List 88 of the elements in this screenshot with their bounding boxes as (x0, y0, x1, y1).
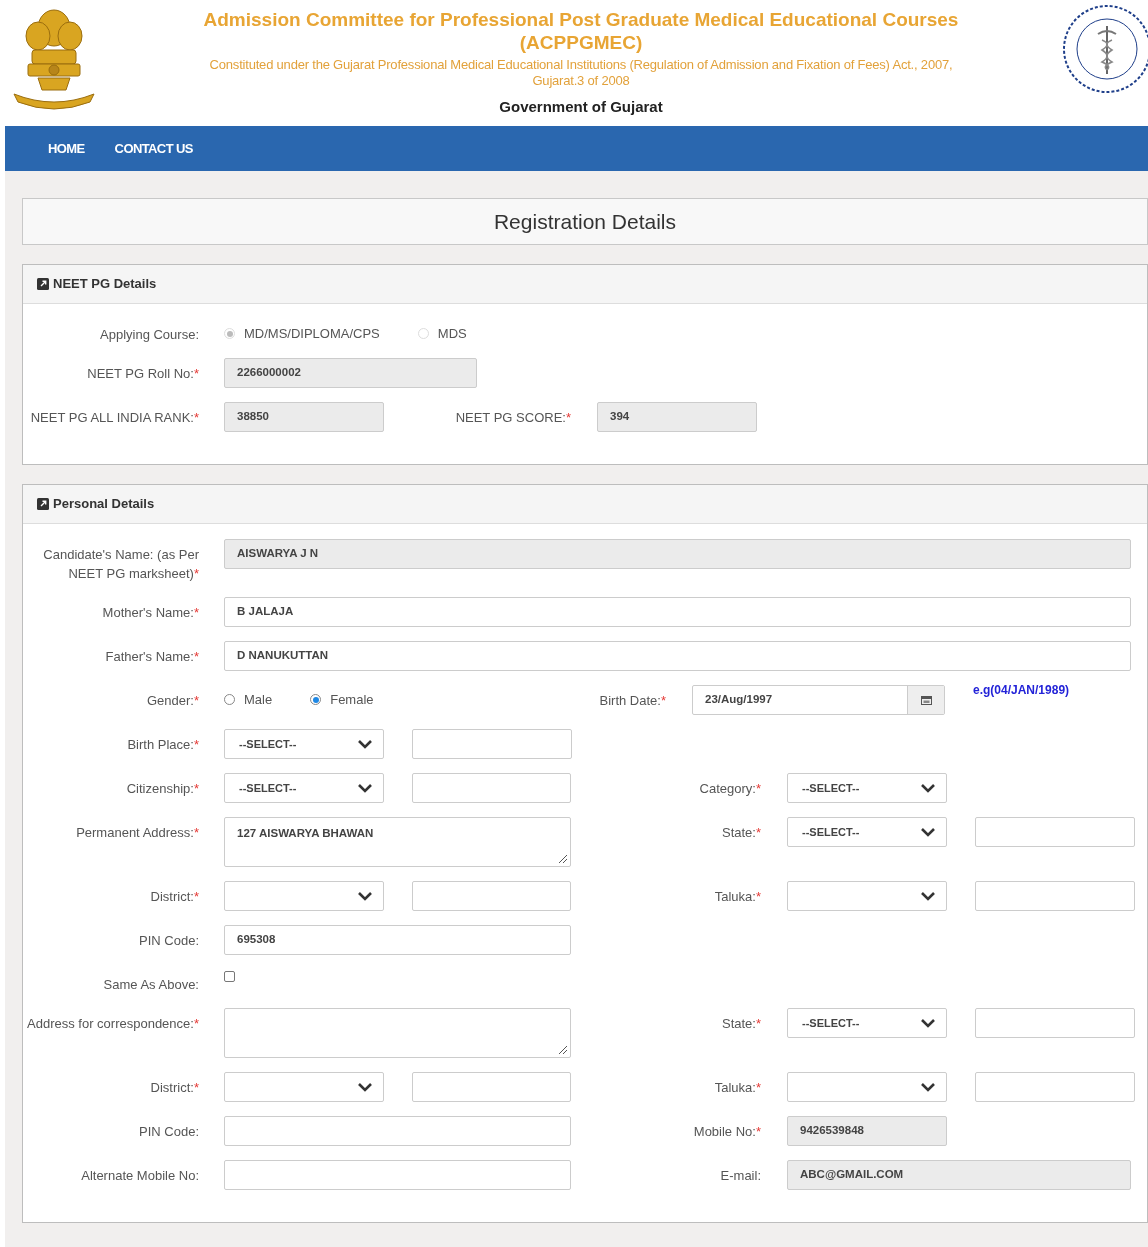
site-title: Admission Committee for Professional Post Graduate Medical Educational Courses (203, 8, 959, 31)
resize-handle-icon[interactable] (558, 1045, 568, 1055)
field-label: Candidate's Name: (as Per NEET PG marksheet)* (42, 546, 199, 583)
field-label: Birth Place:* (126, 736, 199, 754)
radio-option[interactable]: Female (310, 690, 374, 710)
select-dropdown[interactable]: --SELECT-- (224, 773, 384, 803)
field-label: NEET PG SCORE:* (454, 409, 571, 427)
select-dropdown[interactable] (224, 881, 384, 911)
field-label: Gender:* (145, 692, 199, 710)
field-label: NEET PG Roll No:* (86, 365, 199, 383)
textarea-field[interactable] (224, 1008, 571, 1058)
checkbox[interactable] (224, 971, 235, 982)
select-dropdown[interactable] (224, 1072, 384, 1102)
calendar-button[interactable] (907, 686, 944, 714)
chevron-down-icon (356, 891, 373, 901)
text-field[interactable]: D NANUKUTTAN (224, 641, 1131, 671)
field-label: Permanent Address:* (75, 824, 199, 842)
field-label: State:* (720, 1015, 761, 1033)
text-field[interactable] (224, 1116, 571, 1146)
date-field[interactable]: 23/Aug/1997 (692, 685, 945, 715)
chevron-down-icon (920, 783, 936, 793)
radio-button[interactable] (310, 694, 322, 706)
textarea-field[interactable]: 127 AISWARYA BHAWAN (224, 817, 571, 867)
select-dropdown[interactable]: --SELECT-- (787, 817, 947, 847)
text-field[interactable]: 9426539848 (787, 1116, 947, 1146)
text-field[interactable]: ABC@GMAIL.COM (787, 1160, 1131, 1190)
text-field[interactable]: 2266000002 (224, 358, 477, 388)
site-title: (ACPPGMEC) (519, 31, 643, 54)
text-field[interactable] (411, 773, 571, 803)
field-label: Mother's Name:* (101, 604, 199, 622)
external-link-icon (37, 278, 49, 290)
field-label: PIN Code: (138, 932, 199, 950)
field-label: Mobile No:* (692, 1123, 761, 1141)
field-label: Applying Course: (99, 326, 199, 344)
chevron-down-icon (920, 827, 936, 837)
panel-title: NEET PG Details (53, 275, 157, 294)
site-subtitle: Gujarat.3 of 2008 (532, 73, 630, 89)
select-dropdown[interactable] (787, 881, 947, 911)
government-label: Government of Gujarat (499, 97, 663, 117)
field-label: District:* (149, 888, 199, 906)
text-field[interactable] (975, 1008, 1135, 1038)
chevron-down-icon (920, 1082, 936, 1092)
text-field[interactable]: 394 (597, 402, 757, 432)
chevron-down-icon (357, 739, 373, 749)
text-field[interactable] (224, 1160, 571, 1190)
nav-link[interactable]: HOME (48, 138, 85, 159)
text-field[interactable] (412, 729, 572, 759)
panel-title: Personal Details (53, 495, 155, 514)
site-subtitle: Constituted under the Gujarat Professional Medical Educational Institutions (Regulation of Admission and Fixation of Fees) Act., 2007, (209, 57, 953, 73)
chevron-down-icon (920, 1018, 936, 1028)
select-dropdown[interactable]: --SELECT-- (224, 729, 384, 759)
external-link-icon (37, 498, 49, 510)
field-label: Taluka:* (713, 888, 761, 906)
calendar-icon (920, 695, 932, 705)
page-title-bar: Registration Details (22, 198, 1148, 245)
field-label: NEET PG ALL INDIA RANK:* (29, 409, 199, 427)
field-label: Address for correspondence:* (26, 1015, 199, 1033)
text-field[interactable] (975, 881, 1135, 911)
date-format-hint: e.g(04/JAN/1989) (973, 682, 1070, 699)
field-label: Birth Date:* (598, 692, 666, 710)
resize-handle-icon[interactable] (558, 854, 568, 864)
text-field[interactable] (975, 817, 1135, 847)
text-field[interactable]: AISWARYA J N (224, 539, 1131, 569)
field-label: E-mail: (719, 1167, 761, 1185)
field-label: PIN Code: (138, 1123, 199, 1141)
text-field[interactable]: 695308 (224, 925, 571, 955)
field-label: Taluka:* (713, 1079, 761, 1097)
text-field[interactable] (411, 1072, 571, 1102)
chevron-down-icon (920, 891, 936, 901)
text-field[interactable] (411, 881, 571, 911)
field-label: Alternate Mobile No: (80, 1167, 199, 1185)
chevron-down-icon (356, 783, 373, 793)
field-label: State:* (720, 824, 761, 842)
text-field[interactable] (975, 1072, 1135, 1102)
field-label: District:* (149, 1079, 199, 1097)
chevron-down-icon (356, 1082, 373, 1092)
field-label: Same As Above: (102, 976, 199, 994)
text-field[interactable]: 38850 (224, 402, 384, 432)
field-label: Father's Name:* (104, 648, 199, 666)
text-field[interactable]: B JALAJA (224, 597, 1131, 627)
field-label: Citizenship:* (125, 780, 199, 798)
radio-option[interactable]: Male (224, 690, 273, 710)
nav-link[interactable]: CONTACT US (114, 138, 193, 159)
select-dropdown[interactable]: --SELECT-- (787, 1008, 947, 1038)
select-dropdown[interactable]: --SELECT-- (787, 773, 947, 803)
radio-button[interactable] (224, 694, 235, 706)
select-dropdown[interactable] (787, 1072, 947, 1102)
field-label: Category:* (698, 780, 761, 798)
